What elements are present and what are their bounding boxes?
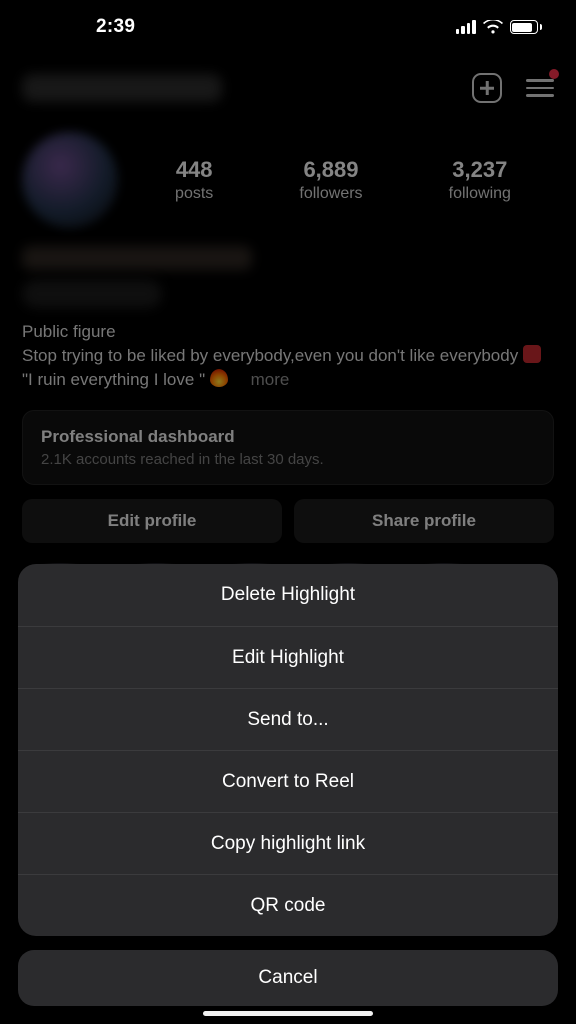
stat-following[interactable]: 3,237 following: [449, 157, 511, 203]
sheet-copy-highlight-link[interactable]: Copy highlight link: [18, 812, 558, 874]
avatar-blurred: [22, 132, 118, 228]
stat-posts-value: 448: [175, 157, 213, 183]
bio: Public figure Stop trying to be liked by…: [22, 320, 554, 392]
professional-dashboard-card[interactable]: Professional dashboard 2.1K accounts rea…: [22, 410, 554, 485]
notification-dot-icon: [549, 69, 559, 79]
stat-posts[interactable]: 448 posts: [175, 157, 213, 203]
sheet-cancel-button[interactable]: Cancel: [18, 950, 558, 1006]
sheet-edit-highlight[interactable]: Edit Highlight: [18, 626, 558, 688]
battery-icon: [510, 20, 543, 34]
anger-emoji-icon: [523, 345, 541, 363]
stat-following-value: 3,237: [449, 157, 511, 183]
share-profile-button[interactable]: Share profile: [294, 499, 554, 543]
dashboard-subtitle: 2.1K accounts reached in the last 30 day…: [41, 451, 535, 468]
status-indicators: [456, 20, 543, 35]
sheet-qr-code[interactable]: QR code: [18, 874, 558, 936]
stat-followers-label: followers: [299, 185, 362, 203]
stat-posts-label: posts: [175, 185, 213, 203]
hamburger-menu-icon[interactable]: [526, 74, 554, 102]
stat-following-label: following: [449, 185, 511, 203]
stat-followers[interactable]: 6,889 followers: [299, 157, 362, 203]
wifi-icon: [483, 20, 503, 35]
cellular-signal-icon: [456, 20, 476, 34]
stat-followers-value: 6,889: [299, 157, 362, 183]
bio-category: Public figure: [22, 322, 116, 341]
action-sheet: Delete Highlight Edit Highlight Send to.…: [0, 564, 576, 1024]
home-indicator[interactable]: [203, 1011, 373, 1016]
bio-more-link[interactable]: more: [251, 370, 290, 389]
status-time: 2:39: [40, 16, 135, 38]
edit-profile-button[interactable]: Edit profile: [22, 499, 282, 543]
bio-line-1: Stop trying to be liked by everybody,eve…: [22, 346, 523, 365]
username-blurred: [22, 74, 222, 102]
display-name-blurred: [22, 246, 252, 270]
status-bar: 2:39: [0, 0, 576, 54]
bio-line-2: "I ruin everything I love ": [22, 370, 205, 389]
sheet-convert-to-reel[interactable]: Convert to Reel: [18, 750, 558, 812]
sheet-send-to[interactable]: Send to...: [18, 688, 558, 750]
sheet-delete-highlight[interactable]: Delete Highlight: [18, 564, 558, 626]
fire-emoji-icon: [210, 369, 228, 387]
new-post-icon[interactable]: [472, 73, 502, 103]
dashboard-title: Professional dashboard: [41, 427, 535, 447]
link-pill-blurred: [22, 280, 162, 308]
